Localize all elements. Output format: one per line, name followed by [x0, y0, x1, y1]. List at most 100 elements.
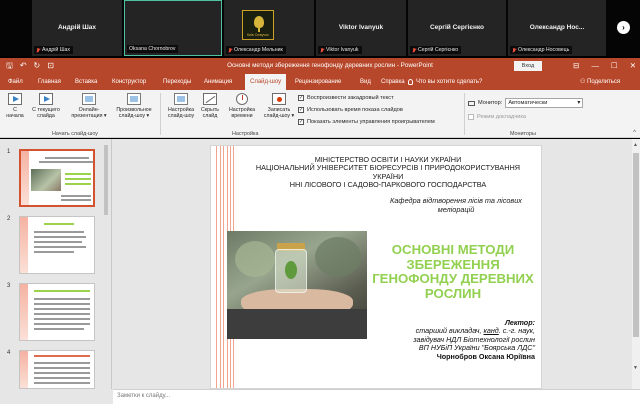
thumb-number: 4 [7, 350, 11, 356]
scroll-down-icon[interactable]: ▼ [633, 365, 638, 371]
ribbon-slideshow: С начала С текущего слайда Онлайн- презе… [0, 90, 640, 138]
collapse-ribbon-icon[interactable]: ^ [633, 130, 636, 136]
share-button[interactable]: ⚇ Поделиться [580, 74, 620, 90]
setup-slideshow-icon [174, 93, 188, 105]
group-label-monitors: Мониторы [510, 131, 536, 137]
record-slideshow-button[interactable]: Записать слайд-шоу ▾ [262, 93, 296, 119]
clock-icon [236, 93, 248, 105]
hide-slide-icon [203, 93, 217, 105]
narration-checkbox[interactable]: ✓ Воспроизвести закадровый текст [298, 95, 394, 101]
mic-off-icon [512, 47, 516, 53]
slide-thumbnail[interactable] [19, 283, 95, 341]
tab-insert[interactable]: Вставка [70, 74, 102, 90]
rehearse-timings-button[interactable]: Настройка времени [225, 93, 259, 119]
slide-thumbnail[interactable] [19, 350, 95, 389]
participant-tile[interactable]: Андрій Шах Андрій Шах [32, 0, 122, 56]
custom-slideshow-button[interactable]: Произвольное слайд-шоу ▾ [112, 93, 156, 119]
tab-transitions[interactable]: Переходы [158, 74, 196, 90]
hide-slide-button[interactable]: Скрыть слайд [199, 93, 221, 119]
lightbulb-icon [408, 79, 413, 85]
timings-checkbox[interactable]: ✓ Использовать время показа слайдов [298, 107, 403, 113]
title-bar: 🖫 ↶ ↻ ⊡ Основні методи збереження генофо… [0, 58, 640, 74]
participant-caption: Viktor Ivanyuk [318, 46, 362, 54]
video-call-strip: Андрій Шах Андрій Шах Oksana Chornobrov … [0, 0, 640, 56]
thumb-number: 1 [7, 149, 11, 155]
slide-editor: МІНІСТЕРСТВО ОСВІТИ І НАУКИ УКРАЇНИ НАЦІ… [113, 139, 640, 389]
mic-off-icon [36, 47, 40, 53]
mic-off-icon [228, 47, 232, 53]
custom-slideshow-icon [127, 93, 141, 105]
participant-name: Viktor Ivanyuk [338, 24, 384, 31]
current-slide[interactable]: МІНІСТЕРСТВО ОСВІТИ І НАУКИ УКРАЇНИ НАЦІ… [210, 145, 542, 389]
scroll-thumb[interactable] [633, 153, 639, 337]
window-controls: ⊟ — ☐ ✕ [573, 58, 636, 74]
from-beginning-button[interactable]: С начала [4, 93, 26, 119]
participant-tile[interactable]: Viktor Ivanyuk Viktor Ivanyuk [316, 0, 406, 56]
thumb-number: 3 [7, 283, 11, 289]
tab-review[interactable]: Рецензирование [290, 74, 346, 90]
checkbox-unchecked-icon [468, 114, 474, 120]
scroll-up-icon[interactable]: ▲ [633, 142, 638, 148]
editor-scrollbar[interactable]: ▲ ▼ [632, 139, 640, 389]
slide-title[interactable]: ОСНОВНІ МЕТОДИ ЗБЕРЕЖЕННЯ ГЕНОФОНДУ ДЕРЕ… [371, 242, 535, 301]
tab-slideshow[interactable]: Слайд-шоу [245, 74, 287, 90]
participant-name: Сергій Сергієнко [429, 24, 485, 31]
participant-name: Олександр Нос... [529, 24, 585, 31]
slide-thumbnail[interactable] [19, 216, 95, 274]
tab-file[interactable]: Файл [3, 74, 28, 90]
setup-slideshow-button[interactable]: Настройка слайд-шоу [163, 93, 199, 119]
mic-off-icon [320, 47, 324, 53]
button-label: Настройка времени [228, 107, 256, 119]
online-present-icon [82, 93, 96, 105]
online-presentation-button[interactable]: Онлайн- презентация ▾ [68, 93, 110, 119]
presenter-view-checkbox[interactable]: Режим докладчика [468, 114, 526, 120]
participant-tile[interactable]: Олександр Нос... Олександр Носовець [508, 0, 606, 56]
workspace: 1 2 3 4 МІНІСТЕРСТВО ОСВІТИ І НАУКИ УКРА… [0, 139, 640, 389]
thumb-number: 2 [7, 216, 11, 222]
lecturer-block[interactable]: Лектор: старший викладач, канд. с.-г. на… [331, 318, 535, 361]
thumbnails-scrollbar[interactable] [103, 143, 109, 383]
participant-name: Андрій Шах [57, 24, 97, 31]
from-current-button[interactable]: С текущего слайда [28, 93, 64, 119]
slide-thumbnail-selected[interactable] [19, 149, 95, 207]
department-text[interactable]: Кафедра відтворення лісів та лісових мел… [381, 196, 531, 214]
maximize-button[interactable]: ☐ [611, 58, 618, 74]
group-label-setup: Настройка [232, 131, 259, 137]
button-label: Скрыть слайд [200, 107, 220, 119]
tab-home[interactable]: Главная [33, 74, 66, 90]
tab-view[interactable]: Вид [355, 74, 376, 90]
participant-caption: Андрій Шах [34, 46, 73, 54]
close-button[interactable]: ✕ [630, 58, 636, 74]
checkbox-checked-icon: ✓ [298, 107, 304, 113]
slide-thumbnails-panel: 1 2 3 4 [0, 139, 112, 389]
monitor-dropdown[interactable]: Автоматически [505, 98, 584, 108]
minimize-button[interactable]: — [591, 58, 599, 74]
button-label: Произвольное слайд-шоу ▾ [116, 107, 152, 119]
organization-header[interactable]: МІНІСТЕРСТВО ОСВІТИ І НАУКИ УКРАЇНИ НАЦІ… [241, 155, 535, 189]
record-icon [272, 93, 286, 105]
notes-left-blank [0, 389, 113, 404]
checkbox-checked-icon: ✓ [298, 119, 304, 125]
ribbon-display-icon[interactable]: ⊟ [573, 58, 579, 74]
participant-tile[interactable]: Сергій Сергієнко Сергій Сергієнко [408, 0, 506, 56]
play-icon [8, 93, 22, 105]
forest-logo-icon: Київ Співучих [242, 10, 274, 40]
screen: Андрій Шах Андрій Шах Oksana Chornobrov … [0, 0, 640, 404]
tab-animations[interactable]: Анимация [199, 74, 237, 90]
participant-tile[interactable]: Київ Співучих Олександр Мельник [224, 0, 314, 56]
tab-design[interactable]: Конструктор [107, 74, 151, 90]
next-participants-button[interactable]: › [617, 21, 630, 34]
document-title: Основні методи збереження генофонду дере… [227, 62, 433, 69]
button-label: С начала [6, 107, 24, 119]
participant-caption: Oksana Chornobrov [127, 45, 179, 53]
participant-tile-active[interactable]: Oksana Chornobrov [124, 0, 222, 56]
signin-button[interactable]: Вход [514, 61, 542, 71]
media-controls-checkbox[interactable]: ✓ Показать элементы управления проигрыват… [298, 119, 435, 125]
mic-off-icon [412, 47, 416, 53]
group-divider [464, 93, 465, 135]
button-label: Онлайн- презентация ▾ [71, 107, 107, 119]
tell-me-search[interactable]: Что вы хотите сделать? [408, 74, 482, 90]
notes-pane[interactable]: Заметки к слайду... [113, 389, 640, 404]
tab-help[interactable]: Справка [376, 74, 410, 90]
button-label: Настройка слайд-шоу [167, 107, 195, 119]
